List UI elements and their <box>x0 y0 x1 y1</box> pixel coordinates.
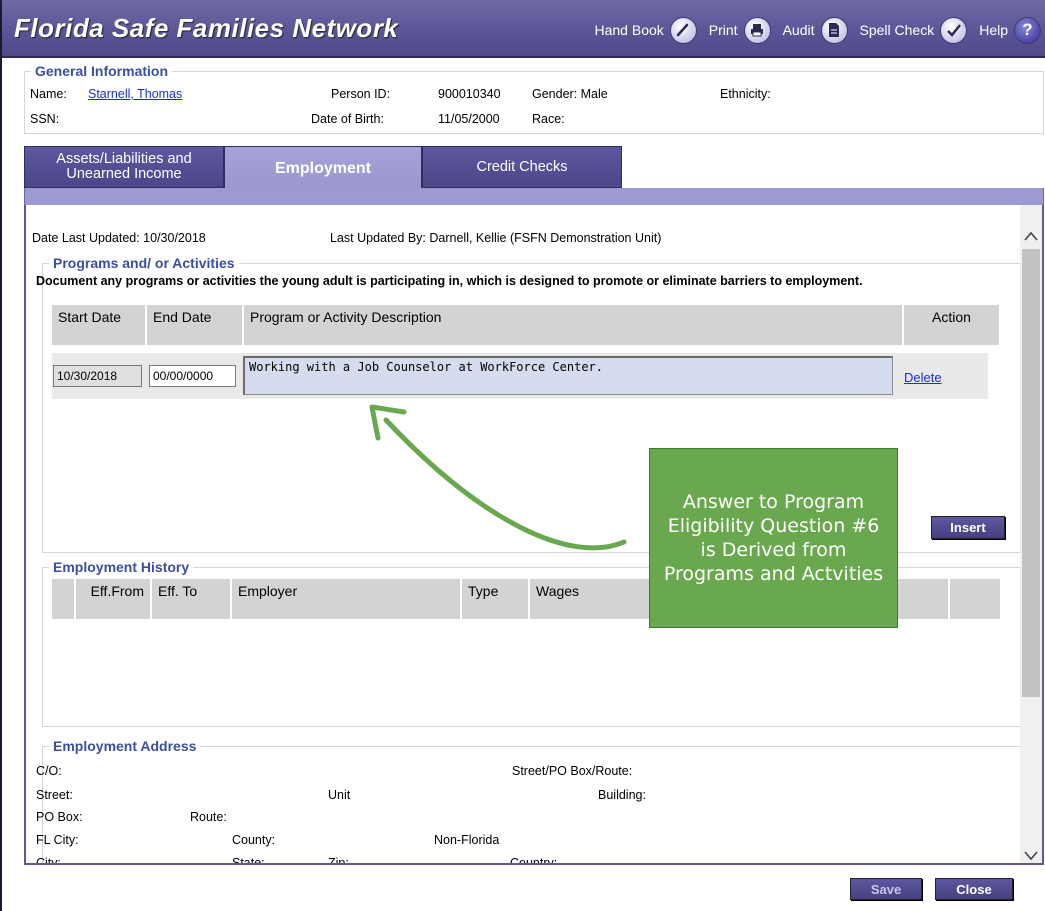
program-description-field[interactable]: Working with a Job Counselor at WorkForc… <box>243 356 893 395</box>
vertical-scrollbar[interactable] <box>1020 205 1042 863</box>
route-label: Route: <box>190 810 227 824</box>
person-id-value: 900010340 <box>438 87 501 101</box>
city-label: City: <box>36 856 61 865</box>
street-label: Street: <box>36 788 73 802</box>
col-action: Action <box>904 305 1001 345</box>
street-po-label: Street/PO Box/Route: <box>512 764 633 778</box>
callout-text: Answer to Program Eligibility Question #… <box>663 491 884 585</box>
col-type: Type <box>462 579 530 619</box>
scroll-up-icon[interactable] <box>1020 225 1042 247</box>
annotation-callout: Answer to Program Eligibility Question #… <box>649 448 898 628</box>
tab-assets-line1: Assets/Liabilities and <box>56 151 192 167</box>
app-title: Florida Safe Families Network <box>14 13 399 43</box>
non-florida-label: Non-Florida <box>434 833 500 847</box>
tab-credit-label: Credit Checks <box>476 158 568 175</box>
tab-employment[interactable]: Employment <box>224 146 422 189</box>
state-label: State: <box>232 856 265 865</box>
county-label: County: <box>232 833 276 847</box>
dob-label: Date of Birth: <box>311 112 384 126</box>
insert-button[interactable]: Insert <box>931 516 1005 539</box>
col-end-date: End Date <box>147 305 244 345</box>
start-date-input[interactable] <box>53 365 142 387</box>
country-label: Country: <box>510 856 558 865</box>
building-label: Building: <box>598 788 646 802</box>
fl-city-label: FL City: <box>36 833 79 847</box>
scroll-thumb[interactable] <box>1022 249 1040 697</box>
zip-label: Zip: <box>328 856 349 865</box>
employment-history-legend: Employment History <box>49 559 194 575</box>
name-label: Name: <box>30 87 67 101</box>
tab-strip <box>24 188 1044 205</box>
tab-assets-line2: Unearned Income <box>66 166 182 182</box>
ethnicity-label: Ethnicity: <box>720 87 771 101</box>
audit-button[interactable]: Audit <box>782 16 848 44</box>
spell-check-button[interactable]: Spell Check <box>859 16 968 44</box>
person-id-label: Person ID: <box>331 87 391 101</box>
race-label: Race: <box>532 112 565 126</box>
col-eff-from: Eff.From <box>76 579 152 619</box>
col-start-date: Start Date <box>52 305 147 345</box>
handbook-label: Hand Book <box>594 22 664 38</box>
scroll-down-icon[interactable] <box>1020 845 1042 863</box>
person-name-link[interactable]: Starnell, Thomas <box>88 87 182 101</box>
handbook-button[interactable]: Hand Book <box>594 16 697 44</box>
employment-address-legend: Employment Address <box>49 738 201 754</box>
col-select <box>52 579 76 619</box>
date-last-updated: Date Last Updated: 10/30/2018 <box>32 231 206 245</box>
toolbar: Hand Book Print Audit Spell Check Help ? <box>589 15 1041 45</box>
document-icon <box>820 16 848 44</box>
co-label: C/O: <box>36 764 62 778</box>
help-icon: ? <box>1014 16 1041 44</box>
audit-label: Audit <box>782 22 815 38</box>
last-updated-by: Last Updated By: Darnell, Kellie (FSFN D… <box>330 231 662 245</box>
dob-value: 11/05/2000 <box>438 112 500 126</box>
col-employer: Employer <box>232 579 462 619</box>
help-button[interactable]: Help ? <box>979 16 1041 44</box>
pencil-icon <box>669 16 697 44</box>
col-eff-to: Eff. To <box>152 579 232 619</box>
programs-instructions: Document any programs or activities the … <box>36 274 863 288</box>
tab-assets-liabilities[interactable]: Assets/Liabilities and Unearned Income <box>24 146 224 188</box>
print-button[interactable]: Print <box>708 16 771 44</box>
save-button[interactable]: Save <box>850 878 922 900</box>
close-button[interactable]: Close <box>935 878 1013 900</box>
programs-legend: Programs and/ or Activities <box>49 255 239 271</box>
printer-icon <box>743 16 771 44</box>
help-label: Help <box>979 22 1008 38</box>
po-box-label: PO Box: <box>36 810 83 824</box>
delete-link[interactable]: Delete <box>904 370 942 385</box>
spell-check-label: Spell Check <box>859 22 935 38</box>
general-information-legend: General Information <box>31 63 173 79</box>
tab-employment-label: Employment <box>274 159 371 177</box>
tab-credit-checks[interactable]: Credit Checks <box>422 146 622 188</box>
ssn-label: SSN: <box>30 112 60 126</box>
gender-label: Gender: Male <box>532 87 608 101</box>
unit-label: Unit <box>328 788 351 802</box>
end-date-input[interactable] <box>149 365 236 387</box>
col-program-description: Program or Activity Description <box>244 305 904 345</box>
col-history-action <box>950 579 1000 619</box>
spell-check-icon <box>940 16 968 44</box>
title-bar: Florida Safe Families Network Hand Book … <box>2 0 1045 58</box>
print-label: Print <box>708 22 738 38</box>
